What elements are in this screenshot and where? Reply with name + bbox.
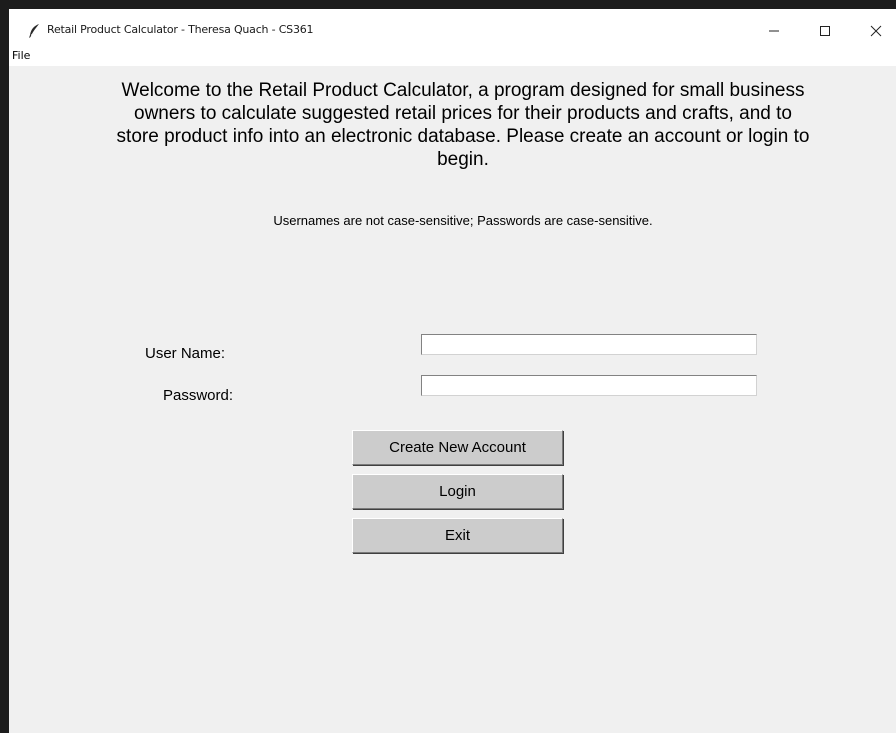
welcome-line-4: begin. bbox=[437, 149, 489, 170]
window-title: Retail Product Calculator - Theresa Quac… bbox=[47, 23, 314, 36]
password-input[interactable] bbox=[421, 375, 757, 396]
welcome-line-3: store product info into an electronic da… bbox=[116, 126, 810, 147]
password-label: Password: bbox=[163, 387, 234, 404]
title-bar[interactable]: Retail Product Calculator - Theresa Quac… bbox=[9, 9, 896, 46]
menu-bar: File bbox=[9, 46, 896, 66]
close-button[interactable] bbox=[856, 17, 896, 45]
welcome-line-1: Welcome to the Retail Product Calculator… bbox=[121, 80, 805, 101]
app-window: Retail Product Calculator - Theresa Quac… bbox=[9, 9, 896, 733]
login-button[interactable]: Login bbox=[352, 474, 563, 509]
minimize-button[interactable] bbox=[754, 17, 794, 45]
maximize-icon bbox=[820, 26, 830, 36]
welcome-message: Welcome to the Retail Product Calculator… bbox=[69, 79, 857, 171]
exit-button[interactable]: Exit bbox=[352, 518, 563, 553]
welcome-line-2: owners to calculate suggested retail pri… bbox=[134, 103, 792, 124]
case-sensitivity-note: Usernames are not case-sensitive; Passwo… bbox=[273, 213, 653, 228]
username-input[interactable] bbox=[421, 334, 757, 355]
maximize-button[interactable] bbox=[805, 17, 845, 45]
username-label: User Name: bbox=[145, 345, 226, 362]
create-account-button[interactable]: Create New Account bbox=[352, 430, 563, 465]
minimize-icon bbox=[769, 30, 779, 32]
feather-icon bbox=[28, 24, 40, 38]
close-icon bbox=[870, 25, 882, 37]
menu-file[interactable]: File bbox=[10, 49, 32, 62]
